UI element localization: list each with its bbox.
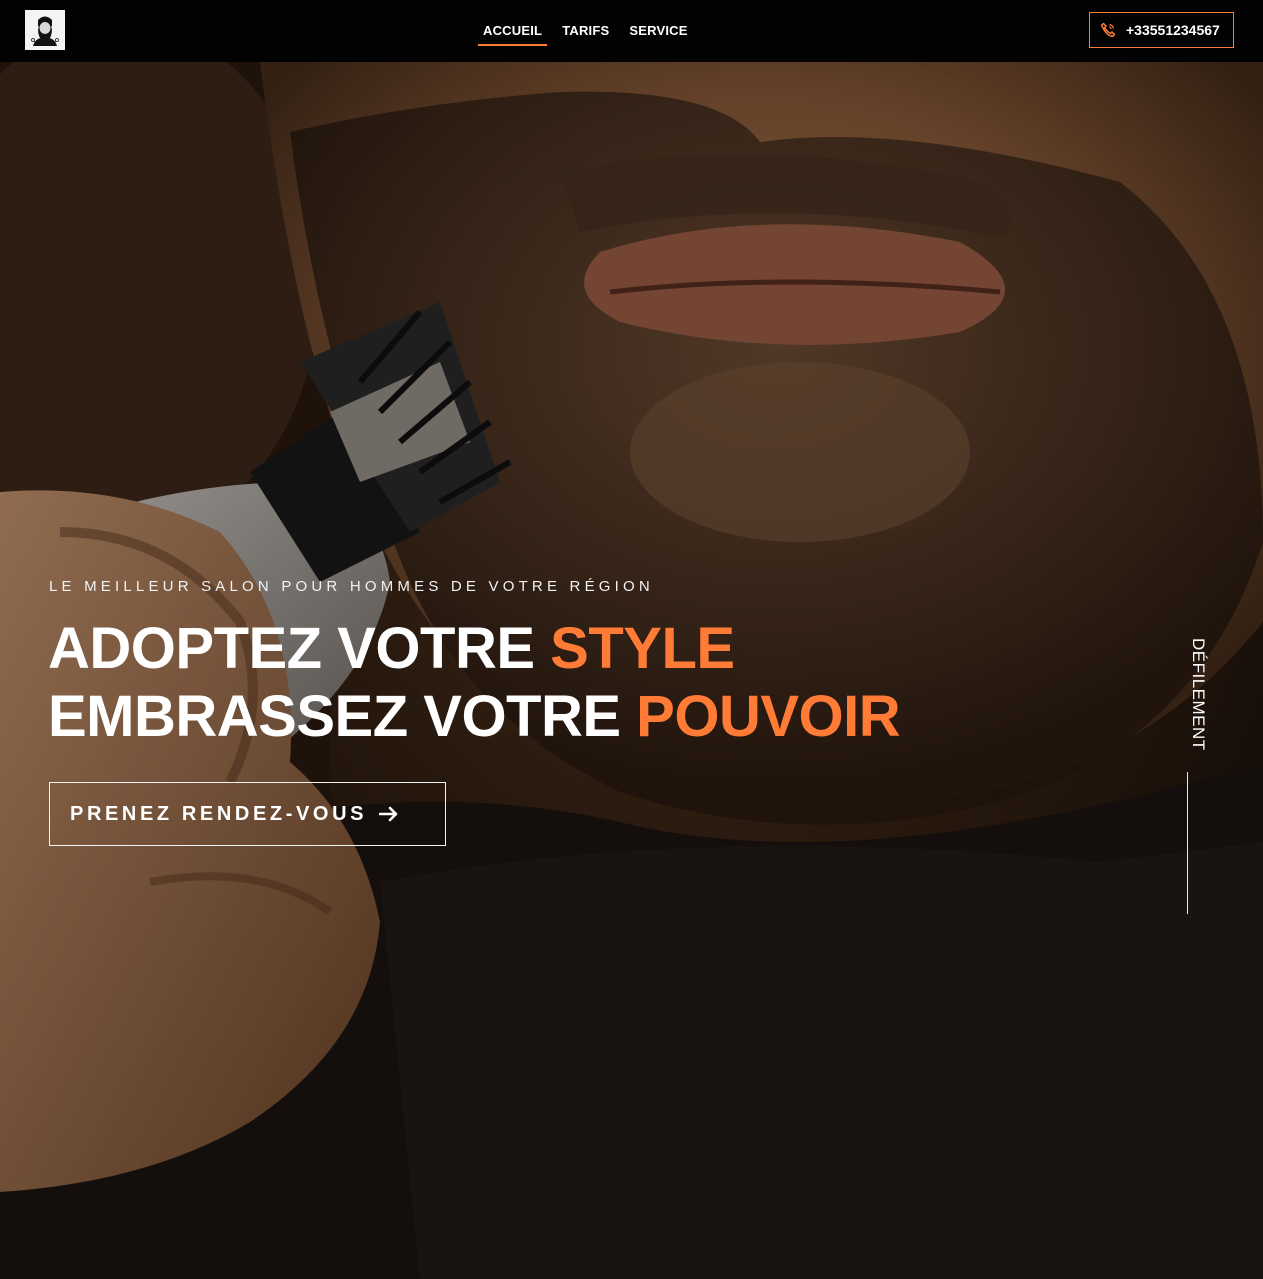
- scroll-indicator-label[interactable]: DÉFILEMENT: [1188, 638, 1208, 751]
- phone-number: +33551234567: [1126, 22, 1220, 38]
- bearded-man-logo-icon[interactable]: [25, 10, 65, 50]
- headline-accent-pouvoir: POUVOIR: [636, 684, 901, 749]
- main-navigation: ACCUEIL TARIFS SERVICE: [478, 19, 703, 46]
- headline-line-1-text: ADOPTEZ VOTRE: [48, 616, 551, 681]
- hero-headline: ADOPTEZ VOTRE STYLE EMBRASSEZ VOTRE POUV…: [48, 615, 901, 751]
- hero-section: LE MEILLEUR SALON POUR HOMMES DE VOTRE R…: [0, 62, 1263, 1279]
- book-appointment-label: PRENEZ RENDEZ-VOUS: [70, 802, 368, 825]
- nav-item-accueil[interactable]: ACCUEIL: [478, 19, 548, 46]
- headline-line-2-text: EMBRASSEZ VOTRE: [48, 684, 637, 749]
- hero-tagline: LE MEILLEUR SALON POUR HOMMES DE VOTRE R…: [49, 578, 654, 595]
- book-appointment-button[interactable]: PRENEZ RENDEZ-VOUS: [49, 782, 446, 846]
- phone-call-button[interactable]: +33551234567: [1089, 12, 1234, 48]
- headline-accent-style: STYLE: [550, 616, 735, 681]
- top-navigation-bar: ACCUEIL TARIFS SERVICE +33551234567: [0, 0, 1263, 62]
- nav-item-tarifs[interactable]: TARIFS: [557, 19, 614, 46]
- arrow-right-icon: [379, 806, 399, 822]
- scroll-indicator-line: [1187, 772, 1188, 914]
- headline-line-1: ADOPTEZ VOTRE STYLE: [48, 616, 735, 681]
- nav-item-service[interactable]: SERVICE: [624, 19, 692, 46]
- phone-icon: [1100, 22, 1116, 38]
- headline-line-2: EMBRASSEZ VOTRE POUVOIR: [48, 684, 901, 749]
- page: ACCUEIL TARIFS SERVICE +33551234567 LE M…: [0, 0, 1263, 1279]
